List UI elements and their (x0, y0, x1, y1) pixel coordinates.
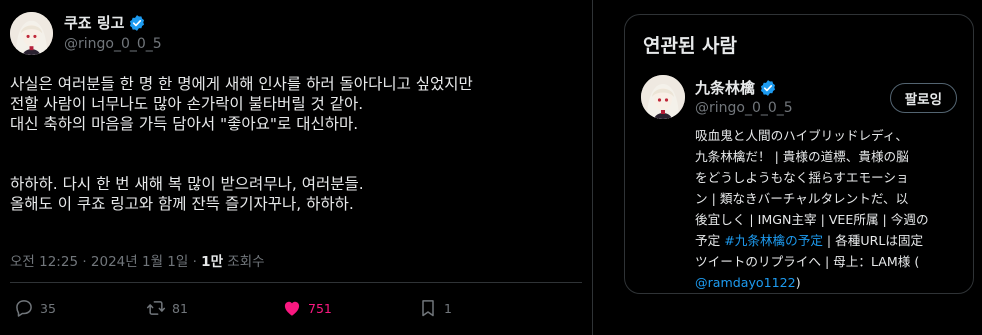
bio-line: ツイートのリプライへ | 母上：LAM様 ( (695, 251, 965, 272)
tweet-text-line: 사실은 여러분들 한 명 한 명에게 새해 인사를 하러 돌아다니고 싶었지만 (10, 75, 473, 93)
tweet-panel: 쿠죠 링고 @ringo_0_0_5 사실은 여러분들 한 명 한 명에게 새해… (0, 0, 593, 335)
display-name-text: 쿠죠 링고 (64, 14, 125, 32)
retweet-icon (146, 301, 166, 315)
like-button[interactable]: 751 (282, 298, 332, 318)
avatar[interactable] (10, 12, 53, 55)
bio-text: | 各種URLは固定 (822, 233, 924, 248)
tweet-meta: 오전 12:25 · 2024년 1월 1일 · 1만 조회수 (10, 250, 265, 270)
related-bio: 吸血鬼と人間のハイブリッドレディ、 九条林檎だ！ | 貴様の道標、貴様の脳 をど… (695, 125, 965, 293)
hashtag-link[interactable]: #九条林檎の予定 (724, 233, 823, 248)
card-title: 연관된 사람 (643, 35, 738, 57)
display-name[interactable]: 쿠죠 링고 (64, 12, 146, 33)
views-count: 1만 (201, 254, 223, 270)
bio-text: 吸血鬼と人間のハイブリッドレディ、 (695, 128, 908, 143)
like-count: 751 (308, 300, 332, 316)
bio-line: 九条林檎だ！ | 貴様の道標、貴様の脳 (695, 146, 965, 167)
retweet-count: 81 (172, 300, 188, 316)
mention-link[interactable]: @ramdayo1122 (695, 275, 796, 290)
bookmark-icon (422, 300, 434, 317)
related-people-card: 연관된 사람 九条林檎 @ringo_0_0_5 팔로잉 吸血鬼と人間のハイブリ… (624, 14, 974, 294)
tweet-text-line: 올해도 이 쿠죠 링고와 함께 잔뜩 즐기자꾸나, 하하하. (10, 195, 354, 213)
bio-line: ン | 類なきバーチャルタレントだ、以 (695, 188, 965, 209)
bookmark-button[interactable]: 1 (418, 298, 452, 318)
reply-button[interactable]: 35 (14, 298, 56, 318)
handle[interactable]: @ringo_0_0_5 (64, 36, 162, 52)
bio-line: 吸血鬼と人間のハイブリッドレディ、 (695, 125, 965, 146)
retweet-button[interactable]: 81 (146, 298, 188, 318)
tweet-text-line: 대신 축하의 마음을 가득 담아서 "좋아요"로 대신하마. (10, 115, 359, 133)
avatar[interactable] (641, 75, 685, 119)
bio-text: 予定 (695, 233, 725, 248)
tweet-text-line: 전할 사람이 너무나도 많아 손가락이 불타버릴 것 같아. (10, 95, 364, 113)
related-handle[interactable]: @ringo_0_0_5 (695, 100, 793, 116)
divider (10, 282, 582, 283)
bio-text: をどうしようもなく揺らすエモーショ (695, 170, 909, 185)
reply-icon (16, 300, 32, 317)
tweet-actions: 35 81 751 1 (14, 298, 584, 322)
heart-icon (284, 301, 300, 316)
bio-text: 後宜しく | IMGN主宰 | VEE所属 | 今週の (695, 212, 929, 227)
bio-text: ツイートのリプライへ | 母上：LAM様 ( (695, 254, 920, 269)
verified-badge-icon (760, 79, 776, 96)
bookmark-count: 1 (444, 300, 452, 316)
related-display-name-text: 九条林檎 (695, 79, 756, 97)
related-display-name[interactable]: 九条林檎 (695, 77, 777, 98)
verified-badge-icon (130, 14, 145, 31)
views-label: 조회수 (223, 254, 265, 270)
reply-count: 35 (40, 300, 56, 316)
timestamp[interactable]: 오전 12:25 · 2024년 1월 1일 · (10, 254, 201, 270)
tweet-text-line: 하하하. 다시 한 번 새해 복 많이 받으려무나, 여러분들. (10, 175, 364, 193)
bio-line: @ramdayo1122) (695, 272, 965, 293)
tweet-text: 사실은 여러분들 한 명 한 명에게 새해 인사를 하러 돌아다니고 싶었지만 … (10, 74, 580, 214)
following-button[interactable]: 팔로잉 (889, 83, 957, 113)
bio-line: 予定 #九条林檎の予定 | 各種URLは固定 (695, 230, 965, 251)
bio-line: をどうしようもなく揺らすエモーショ (695, 167, 965, 188)
bio-line: 後宜しく | IMGN主宰 | VEE所属 | 今週の (695, 209, 965, 230)
bio-text: ン | 類なきバーチャルタレントだ、以 (695, 191, 909, 206)
bio-text: 九条林檎だ！ | 貴様の道標、貴様の脳 (695, 149, 909, 164)
bio-text: ) (795, 275, 801, 290)
